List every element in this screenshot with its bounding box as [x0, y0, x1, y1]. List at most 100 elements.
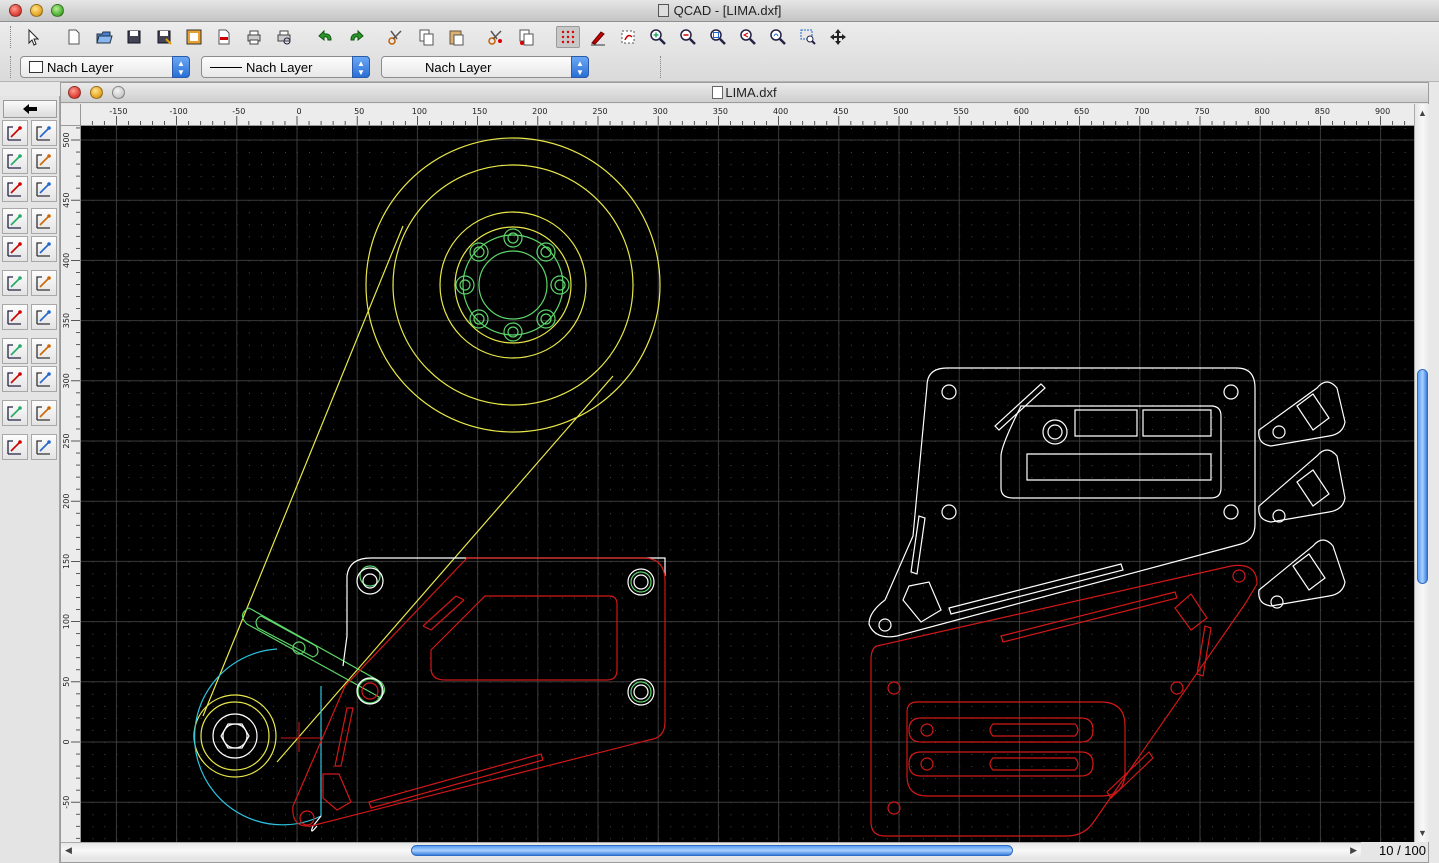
cad-tools-panel [0, 96, 60, 863]
zoom-in-button[interactable] [646, 26, 670, 48]
pulley-bolt-circle[interactable] [241, 228, 652, 704]
zoom-previous-button[interactable] [736, 26, 760, 48]
rotate-tool-button[interactable] [31, 176, 57, 202]
print-icon [247, 30, 261, 45]
block-create-tool-button[interactable] [31, 434, 57, 460]
zoom-window-button[interactable] [796, 26, 820, 48]
horizontal-scroll-thumb[interactable] [411, 845, 1013, 856]
pulley-large[interactable] [193, 137, 661, 778]
fillet-tool-button[interactable] [31, 270, 57, 296]
plate-right-red[interactable] [870, 564, 1258, 837]
save-as-button[interactable] [152, 26, 176, 48]
toggle-grid-button[interactable] [556, 26, 580, 48]
undo-icon [318, 29, 332, 42]
toolbar-grip[interactable] [660, 56, 663, 78]
chevron-updown-icon: ▲ ▼ [571, 56, 589, 78]
scroll-up-icon[interactable]: ▲ [1418, 108, 1427, 118]
attributes-tool-button[interactable] [31, 338, 57, 364]
mirror-tool-button[interactable] [31, 148, 57, 174]
toolbar-grip[interactable] [10, 26, 13, 48]
paste-button[interactable] [444, 26, 468, 48]
width-combo[interactable]: Nach Layer ▲ ▼ [201, 56, 370, 78]
print-preview-button[interactable] [272, 26, 296, 48]
divide-tool-button[interactable] [2, 304, 28, 330]
explode-icon [36, 372, 51, 387]
color-swatch [29, 61, 43, 73]
ruler-x-tick-label: -100 [170, 107, 188, 116]
zoom-pan-button[interactable] [826, 26, 850, 48]
break-tool-button[interactable] [31, 304, 57, 330]
ruler-x-tick-label: 550 [954, 107, 969, 116]
ruler-x-tick-label: -150 [109, 107, 127, 116]
cut-icon [388, 30, 402, 45]
ruler-x-tick-label: 800 [1255, 107, 1270, 116]
redo-button[interactable] [344, 26, 368, 48]
explode-tool-button[interactable] [31, 366, 57, 392]
plate-right-white[interactable] [868, 367, 1346, 638]
document-titlebar: LIMA.dxf [61, 83, 1428, 103]
break-icon [36, 310, 51, 325]
vertical-scroll-thumb[interactable] [1417, 369, 1428, 584]
copy-with-reference-icon [519, 29, 534, 46]
copy-button[interactable] [414, 26, 438, 48]
save-file-button[interactable] [122, 26, 146, 48]
drawing-canvas[interactable] [81, 126, 1414, 842]
ruler-x-tick-label: 300 [653, 107, 668, 116]
document-icon [712, 86, 724, 99]
measure-tool-button[interactable] [2, 148, 28, 174]
zoom-redraw-icon [770, 29, 786, 45]
zoom-pan-icon [830, 29, 846, 45]
bracket-left-white[interactable] [311, 557, 666, 832]
chamfer-tool-button[interactable] [2, 270, 28, 296]
block-insert-tool-button[interactable] [2, 434, 28, 460]
small-pulley-hub[interactable] [212, 713, 258, 759]
zoom-auto-button[interactable] [706, 26, 730, 48]
export-bitmap-button[interactable] [182, 26, 206, 48]
select-pointer-button[interactable] [22, 26, 46, 48]
mirror-icon [36, 154, 51, 169]
select-pointer-icon [28, 28, 40, 46]
zoom-redraw-button[interactable] [766, 26, 790, 48]
move-tool-button[interactable] [2, 176, 28, 202]
cut-with-reference-button[interactable] [484, 26, 508, 48]
print-button[interactable] [242, 26, 266, 48]
open-file-button[interactable] [92, 26, 116, 48]
zoom-previous-icon [740, 29, 756, 45]
move-icon [7, 182, 22, 197]
redraw-button[interactable] [616, 26, 640, 48]
zoom-out-button[interactable] [676, 26, 700, 48]
color-combo[interactable]: Nach Layer ▲ ▼ [20, 56, 190, 78]
text-insert-tool-button[interactable] [31, 400, 57, 426]
copy-with-reference-button[interactable] [514, 26, 538, 48]
stretch-tool-button[interactable] [2, 236, 28, 262]
undo-button[interactable] [314, 26, 338, 48]
draft-mode-button[interactable] [586, 26, 610, 48]
horizontal-scrollbar[interactable]: ◀ ▶ [61, 842, 1361, 858]
line-width-swatch [210, 67, 242, 68]
ruler-y-tick-label: 450 [62, 193, 71, 208]
ruler-corner [61, 104, 81, 126]
linetype-combo[interactable]: Nach Layer ▲ ▼ [381, 56, 589, 78]
vertical-scrollbar[interactable]: ▲ ▼ [1414, 104, 1430, 842]
block-insert-icon [7, 440, 22, 455]
dimension-align-tool-button[interactable] [31, 120, 57, 146]
delete-tool-button[interactable] [2, 366, 28, 392]
scale-tool-button[interactable] [31, 236, 57, 262]
ruler-y-tick-label: 200 [62, 494, 71, 509]
text-edit-tool-button[interactable] [2, 400, 28, 426]
cut-button[interactable] [384, 26, 408, 48]
export-pdf-button[interactable] [212, 26, 236, 48]
scroll-left-icon[interactable]: ◀ [65, 845, 72, 856]
trim-tool-button[interactable] [2, 208, 28, 234]
ruler-y-tick-label: 300 [62, 373, 71, 388]
back-button[interactable] [3, 100, 57, 118]
properties-tool-button[interactable] [2, 338, 28, 364]
scroll-right-icon[interactable]: ▶ [1350, 845, 1357, 856]
dimension-tool-button[interactable] [2, 120, 28, 146]
scroll-down-icon[interactable]: ▼ [1418, 828, 1427, 838]
new-file-button[interactable] [62, 26, 86, 48]
trim-both-tool-button[interactable] [31, 208, 57, 234]
toolbar-grip[interactable] [10, 56, 13, 78]
ruler-x-tick-label: -50 [232, 107, 245, 116]
zoom-window-icon [800, 29, 816, 45]
